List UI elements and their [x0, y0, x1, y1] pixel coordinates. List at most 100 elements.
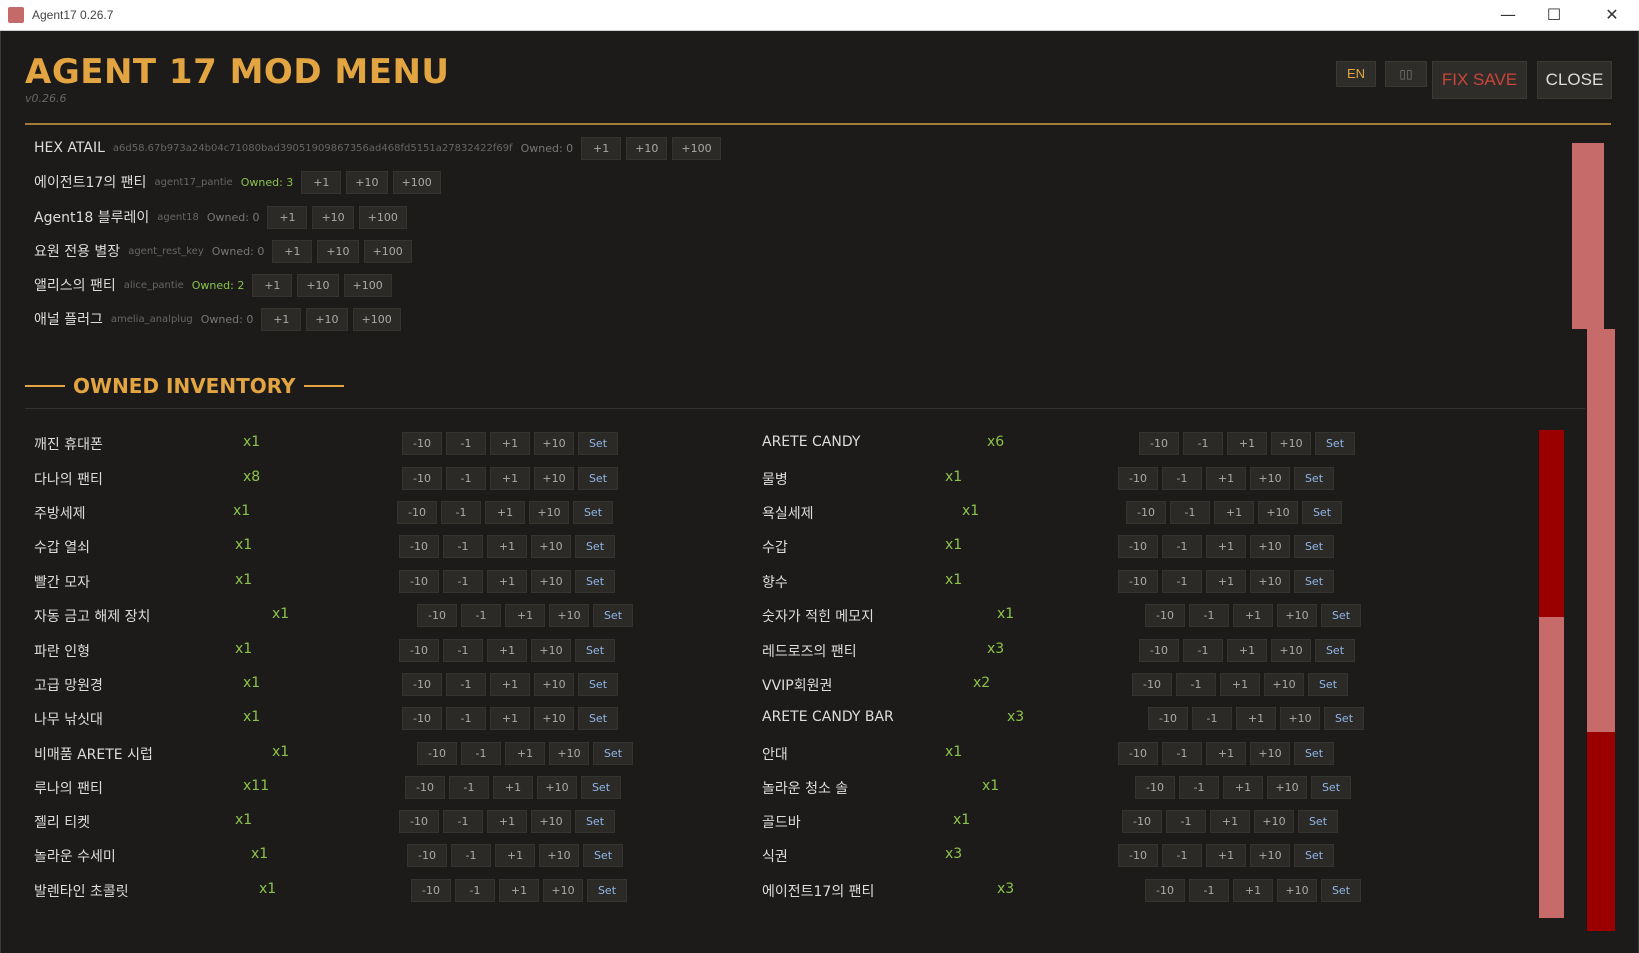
- plus-10-button[interactable]: +10: [1280, 707, 1320, 730]
- minus-1-button[interactable]: -1: [443, 535, 483, 558]
- plus-10-button[interactable]: +10: [297, 273, 339, 297]
- plus-10-button[interactable]: +10: [537, 776, 577, 799]
- minus-1-button[interactable]: -1: [1170, 501, 1210, 524]
- minus-10-button[interactable]: -10: [402, 467, 442, 490]
- minus-1-button[interactable]: -1: [1176, 673, 1216, 696]
- minus-1-button[interactable]: -1: [443, 570, 483, 593]
- plus-10-button[interactable]: +10: [531, 810, 571, 833]
- inventory-scroll-thumb[interactable]: [1539, 430, 1564, 617]
- set-button[interactable]: Set: [583, 844, 623, 867]
- minus-10-button[interactable]: -10: [1145, 879, 1185, 902]
- minus-10-button[interactable]: -10: [411, 879, 451, 902]
- set-button[interactable]: Set: [1294, 467, 1334, 490]
- minus-1-button[interactable]: -1: [1189, 879, 1229, 902]
- set-button[interactable]: Set: [1294, 570, 1334, 593]
- plus-10-button[interactable]: +10: [529, 501, 569, 524]
- plus-10-button[interactable]: +10: [1250, 535, 1290, 558]
- minus-1-button[interactable]: -1: [1189, 604, 1229, 627]
- close-menu-button[interactable]: CLOSE: [1537, 61, 1612, 99]
- minus-1-button[interactable]: -1: [461, 742, 501, 765]
- set-button[interactable]: Set: [1294, 742, 1334, 765]
- set-button[interactable]: Set: [1315, 639, 1355, 662]
- minus-10-button[interactable]: -10: [397, 501, 437, 524]
- plus-1-button[interactable]: +1: [1206, 535, 1246, 558]
- minus-1-button[interactable]: -1: [443, 639, 483, 662]
- minus-10-button[interactable]: -10: [402, 673, 442, 696]
- plus-1-button[interactable]: +1: [1206, 467, 1246, 490]
- minus-10-button[interactable]: -10: [1118, 844, 1158, 867]
- set-button[interactable]: Set: [578, 707, 618, 730]
- plus-10-button[interactable]: +10: [1258, 501, 1298, 524]
- set-button[interactable]: Set: [573, 501, 613, 524]
- plus-10-button[interactable]: +10: [1267, 776, 1307, 799]
- set-button[interactable]: Set: [578, 467, 618, 490]
- minus-10-button[interactable]: -10: [1122, 810, 1162, 833]
- minus-1-button[interactable]: -1: [1183, 432, 1223, 455]
- plus-1-button[interactable]: +1: [490, 467, 530, 490]
- set-button[interactable]: Set: [1311, 776, 1351, 799]
- set-button[interactable]: Set: [575, 535, 615, 558]
- minus-1-button[interactable]: -1: [446, 432, 486, 455]
- minus-1-button[interactable]: -1: [443, 810, 483, 833]
- minus-1-button[interactable]: -1: [446, 467, 486, 490]
- plus-10-button[interactable]: +10: [1264, 673, 1304, 696]
- plus-1-button[interactable]: +1: [1236, 707, 1276, 730]
- language-kr-button[interactable]: ▯▯: [1385, 61, 1427, 87]
- set-button[interactable]: Set: [1321, 879, 1361, 902]
- set-button[interactable]: Set: [1302, 501, 1342, 524]
- minus-10-button[interactable]: -10: [1139, 639, 1179, 662]
- minus-10-button[interactable]: -10: [1126, 501, 1166, 524]
- plus-10-button[interactable]: +10: [549, 604, 589, 627]
- plus-10-button[interactable]: +10: [549, 742, 589, 765]
- plus-1-button[interactable]: +1: [505, 604, 545, 627]
- minus-10-button[interactable]: -10: [1148, 707, 1188, 730]
- plus-100-button[interactable]: +100: [343, 273, 392, 297]
- maximize-icon[interactable]: ☐: [1531, 0, 1577, 31]
- plus-1-button[interactable]: +1: [505, 742, 545, 765]
- plus-100-button[interactable]: +100: [358, 205, 407, 229]
- fix-save-button[interactable]: FIX SAVE: [1432, 61, 1527, 99]
- set-button[interactable]: Set: [1308, 673, 1348, 696]
- plus-1-button[interactable]: +1: [1227, 432, 1267, 455]
- minus-10-button[interactable]: -10: [405, 776, 445, 799]
- minus-1-button[interactable]: -1: [1183, 639, 1223, 662]
- minus-1-button[interactable]: -1: [451, 844, 491, 867]
- set-button[interactable]: Set: [575, 639, 615, 662]
- plus-10-button[interactable]: +10: [1271, 432, 1311, 455]
- set-button[interactable]: Set: [575, 570, 615, 593]
- plus-100-button[interactable]: +100: [363, 239, 412, 263]
- plus-1-button[interactable]: +1: [1210, 810, 1250, 833]
- plus-10-button[interactable]: +10: [1277, 879, 1317, 902]
- minus-1-button[interactable]: -1: [1162, 742, 1202, 765]
- set-button[interactable]: Set: [1315, 432, 1355, 455]
- minus-10-button[interactable]: -10: [407, 844, 447, 867]
- plus-1-button[interactable]: +1: [495, 844, 535, 867]
- plus-10-button[interactable]: +10: [534, 673, 574, 696]
- plus-10-button[interactable]: +10: [534, 467, 574, 490]
- minus-10-button[interactable]: -10: [1118, 570, 1158, 593]
- set-button[interactable]: Set: [1298, 810, 1338, 833]
- minus-1-button[interactable]: -1: [449, 776, 489, 799]
- plus-10-button[interactable]: +10: [543, 879, 583, 902]
- minus-10-button[interactable]: -10: [1118, 535, 1158, 558]
- close-window-icon[interactable]: ✕: [1589, 0, 1635, 31]
- minus-10-button[interactable]: -10: [1145, 604, 1185, 627]
- minus-10-button[interactable]: -10: [1118, 467, 1158, 490]
- plus-1-button[interactable]: +1: [1206, 742, 1246, 765]
- set-button[interactable]: Set: [575, 810, 615, 833]
- plus-1-button[interactable]: +1: [1214, 501, 1254, 524]
- minus-10-button[interactable]: -10: [417, 742, 457, 765]
- page-scroll-thumb[interactable]: [1587, 732, 1615, 931]
- plus-10-button[interactable]: +10: [534, 707, 574, 730]
- minus-1-button[interactable]: -1: [1166, 810, 1206, 833]
- plus-100-button[interactable]: +100: [672, 136, 721, 160]
- plus-10-button[interactable]: +10: [531, 570, 571, 593]
- minus-1-button[interactable]: -1: [1162, 467, 1202, 490]
- plus-1-button[interactable]: +1: [267, 205, 308, 229]
- plus-1-button[interactable]: +1: [1227, 639, 1267, 662]
- minus-1-button[interactable]: -1: [446, 707, 486, 730]
- plus-10-button[interactable]: +10: [312, 205, 354, 229]
- set-button[interactable]: Set: [578, 673, 618, 696]
- plus-100-button[interactable]: +100: [392, 170, 441, 194]
- minus-10-button[interactable]: -10: [1135, 776, 1175, 799]
